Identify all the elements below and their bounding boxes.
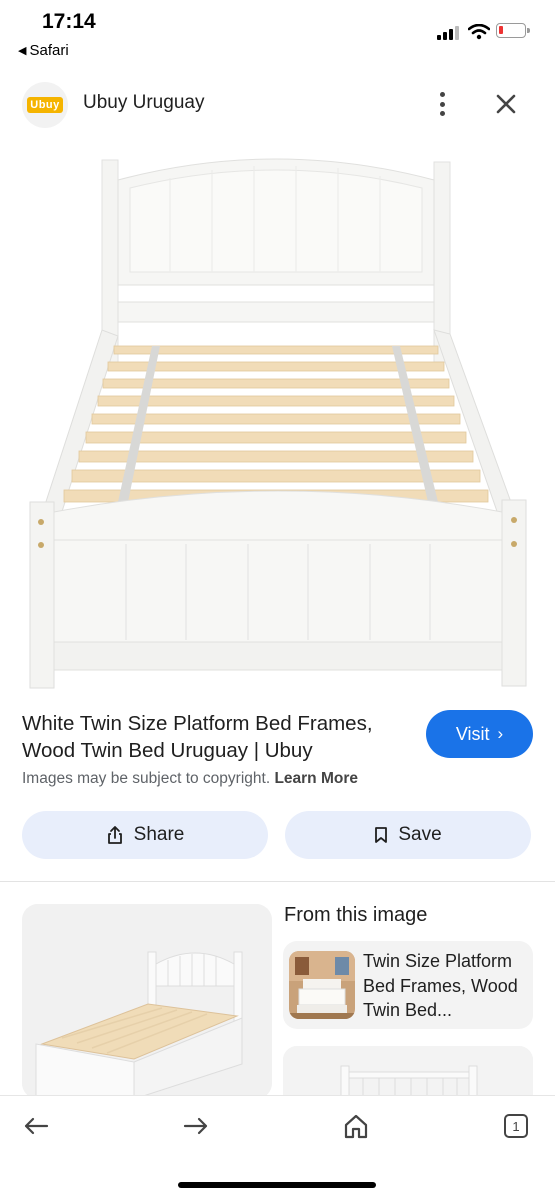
related-product-title: Twin Size Platform Bed Frames, Wood Twin…: [363, 951, 518, 1020]
bed-with-trundle-image: [22, 904, 272, 1099]
status-time: 17:14: [42, 10, 96, 33]
copyright-notice: Images may be subject to copyright. Lear…: [22, 770, 358, 788]
back-triangle-icon: ◀: [18, 45, 27, 57]
site-name[interactable]: Ubuy Uruguay: [83, 92, 204, 114]
site-logo[interactable]: Ubuy: [22, 82, 68, 128]
save-button[interactable]: Save: [285, 811, 531, 859]
arrow-right-icon: [183, 1117, 208, 1135]
more-vert-icon[interactable]: [432, 90, 452, 118]
back-to-app-link[interactable]: ◀ Safari: [18, 42, 69, 59]
nav-home-button[interactable]: [336, 1110, 376, 1142]
signal-icon: [437, 26, 459, 40]
wifi-icon: [468, 24, 490, 40]
tabs-button[interactable]: 1: [496, 1110, 536, 1142]
battery-icon: [496, 23, 530, 38]
share-button[interactable]: Share: [22, 811, 268, 859]
back-app-label: Safari: [29, 42, 69, 59]
share-label: Share: [133, 824, 185, 845]
learn-more-link[interactable]: Learn More: [274, 770, 358, 787]
tabs-count-box: 1: [504, 1114, 528, 1138]
save-label: Save: [398, 824, 442, 845]
close-icon[interactable]: [490, 88, 522, 120]
chevron-right-icon: ›: [497, 724, 504, 743]
home-indicator: [178, 1182, 376, 1188]
share-icon: [107, 826, 122, 844]
related-product-card[interactable]: Twin Size Platform Bed Frames, Wood Twin…: [283, 941, 533, 1029]
copyright-text: Images may be subject to copyright.: [22, 770, 271, 787]
bedroom-thumbnail-image: [289, 951, 355, 1019]
arrow-left-icon: [24, 1117, 49, 1135]
tab-count: 1: [512, 1118, 520, 1134]
result-title[interactable]: White Twin Size Platform Bed Frames, Woo…: [22, 710, 412, 764]
logo-mark: Ubuy: [27, 97, 63, 113]
visit-label: Visit: [455, 723, 490, 744]
nav-back-button[interactable]: [16, 1110, 56, 1142]
bed-frame-image[interactable]: [0, 140, 555, 692]
visit-button[interactable]: Visit ›: [426, 710, 533, 758]
related-image-thumbnail[interactable]: [22, 904, 272, 1099]
nav-forward-button[interactable]: [176, 1110, 216, 1142]
home-icon: [344, 1114, 368, 1139]
bookmark-icon: [375, 827, 388, 843]
from-this-image-heading: From this image: [284, 904, 428, 926]
section-divider: [0, 881, 555, 882]
